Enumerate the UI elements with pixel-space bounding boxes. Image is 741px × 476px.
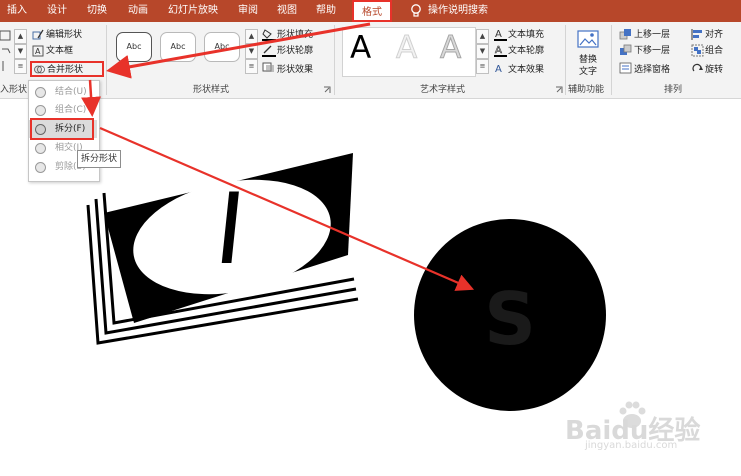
bring-forward-icon — [619, 29, 631, 40]
circle-letter[interactable]: S — [414, 219, 606, 411]
tab-review[interactable]: 审阅 — [238, 0, 258, 22]
tab-transitions[interactable]: 切换 — [87, 0, 107, 22]
baidu-watermark: Baidu经验 jingyan.baidu.com — [565, 396, 735, 456]
highlight-fragment-item — [30, 118, 94, 140]
group-button[interactable]: 组合 — [705, 45, 723, 57]
tab-insert[interactable]: 插入 — [7, 0, 27, 22]
combine-icon — [35, 105, 46, 116]
style-gallery-down[interactable]: ▼ — [245, 44, 258, 59]
send-backward-button[interactable]: 下移一层 — [634, 45, 670, 57]
text-effects-button[interactable]: 文本效果 — [508, 64, 544, 76]
union-icon — [35, 87, 46, 98]
wordart-gallery-more[interactable]: ≡ — [476, 59, 489, 74]
wordart-sample-2[interactable]: A — [395, 30, 417, 67]
wordart-sample-1[interactable]: A — [350, 30, 371, 66]
shape-styles-group-label: 形状样式 — [193, 85, 230, 95]
lightbulb-icon — [411, 4, 421, 17]
shape-fill-button[interactable]: 形状填充 — [277, 29, 313, 41]
accessibility-group-label: 辅助功能 — [568, 85, 605, 95]
ribbon-separator — [334, 25, 335, 95]
text-effects-icon: A — [495, 64, 502, 74]
shape-style-sample-2[interactable]: Abc — [160, 32, 196, 62]
tab-slideshow[interactable]: 幻灯片放映 — [168, 0, 218, 22]
style-gallery-up[interactable]: ▲ — [245, 29, 258, 44]
text-outline-button[interactable]: 文本轮廓 — [508, 45, 544, 57]
highlight-merge-shapes — [30, 61, 104, 77]
ribbon-separator — [106, 25, 107, 95]
edit-shape-icon — [32, 29, 44, 40]
shape-gallery-up[interactable]: ▲ — [14, 29, 27, 44]
tab-help[interactable]: 帮助 — [316, 0, 336, 22]
rotate-button[interactable]: 旋转 — [705, 64, 723, 76]
bring-forward-button[interactable]: 上移一层 — [634, 29, 670, 41]
alt-text-icon — [577, 30, 599, 48]
alt-text-label-2[interactable]: 文字 — [579, 66, 597, 78]
ribbon-separator — [565, 25, 566, 95]
shape-gallery-down[interactable]: ▼ — [14, 44, 27, 59]
wordart-styles-group-label: 艺术字样式 — [420, 85, 466, 95]
arrange-group-label: 排列 — [664, 85, 683, 95]
subtract-icon — [35, 162, 46, 173]
send-backward-icon — [620, 44, 632, 55]
svg-text:A: A — [495, 64, 502, 74]
svg-text:A: A — [495, 29, 502, 40]
pen-outline-icon — [262, 45, 276, 57]
group-icon — [691, 44, 704, 57]
shape-gallery-icon[interactable] — [0, 27, 14, 87]
svg-text:A: A — [35, 47, 41, 56]
rotate-icon — [692, 63, 703, 72]
text-box-icon: A — [32, 45, 44, 57]
tab-view[interactable]: 视图 — [277, 0, 297, 22]
svg-text:A: A — [495, 45, 502, 56]
menu-item-combine[interactable]: 组合(C) — [29, 101, 97, 119]
dialog-launcher-icon[interactable] — [555, 86, 563, 94]
alt-text-label-1[interactable]: 替换 — [579, 54, 597, 66]
shape-style-sample-3[interactable]: Abc — [204, 32, 240, 62]
fragment-tooltip: 拆分形状 — [77, 150, 122, 168]
text-fill-icon: A — [494, 29, 507, 41]
tab-animations[interactable]: 动画 — [128, 0, 148, 22]
shape-outline-button[interactable]: 形状轮廓 — [277, 45, 313, 57]
tab-design[interactable]: 设计 — [47, 0, 67, 22]
align-icon — [691, 29, 702, 40]
wordart-sample-3[interactable]: A — [439, 30, 461, 67]
shape-effects-button[interactable]: 形状效果 — [277, 64, 313, 76]
text-fill-button[interactable]: 文本填充 — [508, 29, 544, 41]
selection-pane-button[interactable]: 选择窗格 — [634, 64, 670, 76]
wordart-gallery-up[interactable]: ▲ — [476, 29, 489, 44]
edit-shape-button[interactable]: 编辑形状 — [46, 29, 82, 41]
shape-effects-icon — [262, 62, 274, 72]
dialog-launcher-icon[interactable] — [323, 86, 331, 94]
insert-shapes-group-label: 入形状 — [0, 85, 28, 95]
tab-format[interactable]: 格式 — [352, 0, 392, 22]
align-button[interactable]: 对齐 — [705, 29, 723, 41]
selection-pane-icon — [619, 62, 632, 74]
paint-bucket-icon — [262, 29, 276, 41]
wordart-gallery-down[interactable]: ▼ — [476, 44, 489, 59]
shape-style-sample-1[interactable]: Abc — [116, 32, 152, 62]
menu-item-union[interactable]: 结合(U) — [29, 83, 97, 101]
text-box-button[interactable]: 文本框 — [46, 45, 73, 57]
text-outline-icon: A — [494, 45, 507, 57]
watermark-url: jingyan.baidu.com — [585, 440, 678, 451]
style-gallery-more[interactable]: ≡ — [245, 59, 258, 74]
tell-me-search[interactable]: 操作说明搜索 — [428, 0, 488, 22]
intersect-icon — [35, 143, 46, 154]
ribbon-separator — [611, 25, 612, 95]
shape-gallery-more[interactable]: ≡ — [14, 59, 27, 74]
